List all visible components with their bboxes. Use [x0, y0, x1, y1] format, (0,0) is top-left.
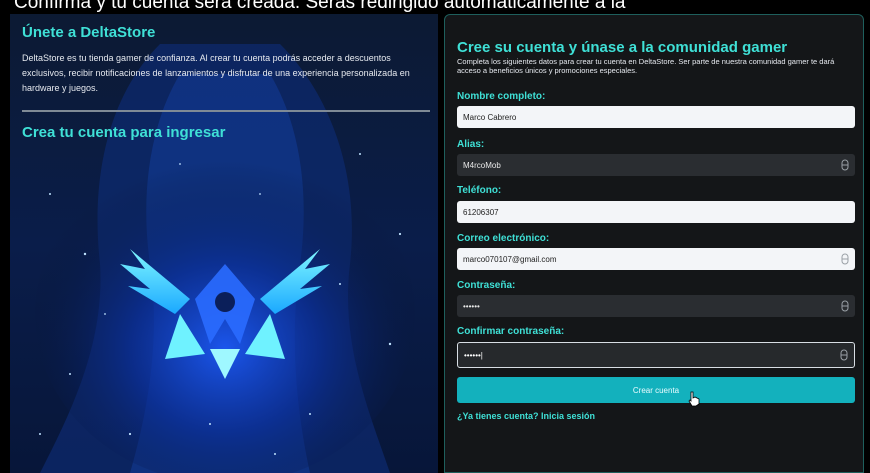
left-info-panel: Únete a DeltaStore DeltaStore es tu tien… [10, 14, 438, 473]
phone-input[interactable]: 61206307 [457, 201, 855, 223]
form-title: Cree su cuenta y únase a la comunidad ga… [457, 39, 788, 56]
alias-input[interactable]: M4rcoMob [457, 154, 855, 176]
eye-icon[interactable] [837, 157, 853, 173]
password-label: Contraseña: [457, 280, 516, 291]
left-title: Únete a DeltaStore [22, 24, 156, 41]
left-subtitle: Crea tu cuenta para ingresar [22, 124, 226, 141]
alias-value: M4rcoMob [463, 160, 501, 170]
form-description: Completa los siguientes datos para crear… [457, 57, 835, 75]
left-divider [22, 110, 430, 112]
email-label: Correo electrónico: [457, 233, 550, 244]
signup-form-panel: Cree su cuenta y únase a la comunidad ga… [444, 14, 864, 473]
signup-page: Confirma y tu cuenta será creada. Serás … [0, 0, 870, 473]
hand-cursor-icon [688, 391, 700, 412]
confirm-password-input[interactable]: ••••••| [457, 342, 855, 368]
fullname-label: Nombre completo: [457, 91, 546, 102]
password-value: •••••• [463, 301, 480, 311]
confirm-password-label: Confirmar contraseña: [457, 326, 565, 337]
phone-value: 61206307 [463, 207, 499, 217]
eye-icon[interactable] [837, 251, 853, 267]
fullname-input[interactable]: Marco Cabrero [457, 106, 855, 128]
email-value: marco070107@gmail.com [463, 254, 557, 264]
password-input[interactable]: •••••• [457, 295, 855, 317]
eye-icon[interactable] [837, 298, 853, 314]
email-input[interactable]: marco070107@gmail.com [457, 248, 855, 270]
create-account-button[interactable]: Crear cuenta [457, 377, 855, 403]
eye-icon[interactable] [836, 347, 852, 363]
left-description: DeltaStore es tu tienda gamer de confian… [22, 53, 410, 93]
phone-label: Teléfono: [457, 185, 502, 196]
login-link[interactable]: ¿Ya tienes cuenta? Inicia sesión [457, 411, 595, 421]
fullname-value: Marco Cabrero [463, 112, 517, 122]
confirm-password-value: ••••••| [464, 350, 483, 360]
alias-label: Alias: [457, 139, 485, 150]
